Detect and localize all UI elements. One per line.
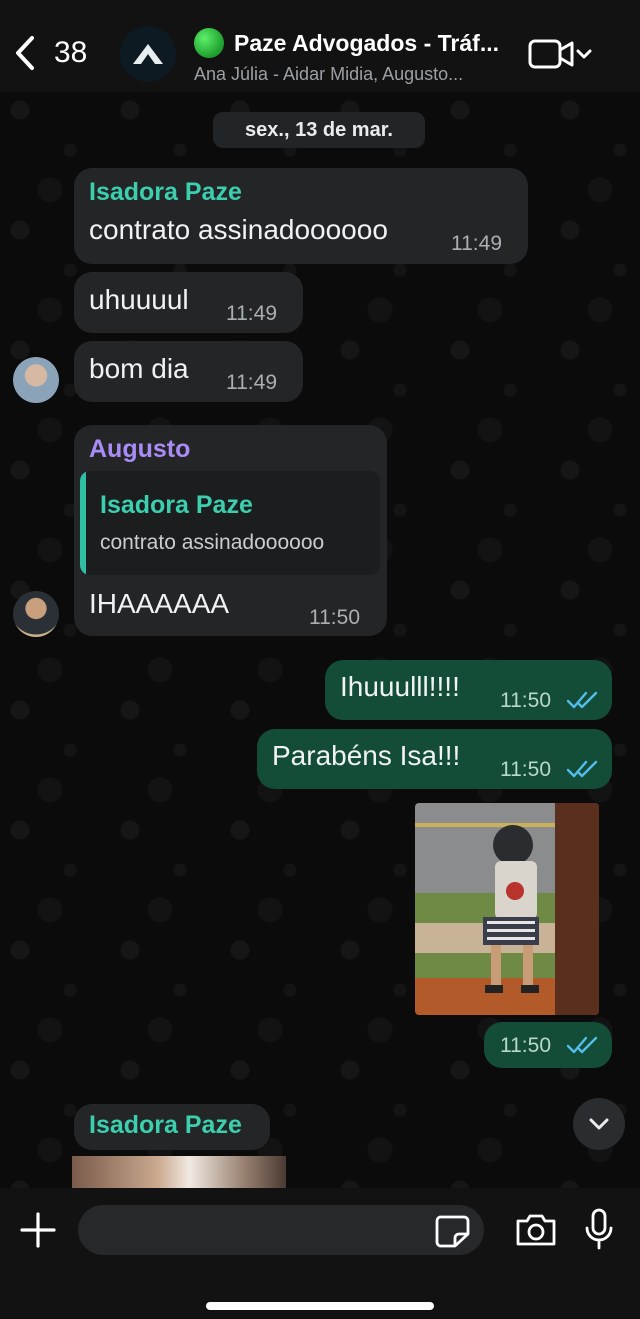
- message-text: Parabéns Isa!!!: [272, 740, 461, 771]
- green-circle-emoji: [194, 28, 224, 58]
- message-text: bom dia: [89, 353, 189, 384]
- sender-name[interactable]: Augusto: [89, 435, 190, 464]
- sender-name[interactable]: Isadora Paze: [89, 1111, 242, 1140]
- scroll-to-bottom-button[interactable]: [573, 1098, 625, 1150]
- message-time: 11:49: [226, 371, 277, 394]
- group-members: Ana Júlia - Aidar Midia, Augusto...: [194, 64, 464, 84]
- message-time: 11:49: [451, 232, 502, 255]
- sticker-icon[interactable]: [434, 1214, 470, 1248]
- group-avatar[interactable]: [120, 26, 176, 82]
- message-text: Ihuuulll!!!!: [340, 671, 460, 702]
- message-time: 11:50: [309, 606, 360, 629]
- chevron-down-icon: [576, 49, 592, 59]
- message-text: contrato assinadoooooo: [89, 214, 388, 245]
- message-text: IHAAAAAA: [89, 588, 230, 619]
- message-time: 11:50: [500, 689, 551, 712]
- plus-icon[interactable]: [18, 1210, 58, 1250]
- back-chevron-icon: [16, 36, 34, 70]
- image-message[interactable]: [72, 1156, 286, 1188]
- message-time: 11:50: [500, 1034, 551, 1057]
- unread-count: 38: [54, 36, 88, 69]
- quote-accent-bar: [80, 471, 86, 575]
- avatar[interactable]: [13, 357, 59, 403]
- home-indicator: [206, 1302, 434, 1310]
- chevron-down-icon: [589, 1118, 609, 1130]
- quoted-message[interactable]: Isadora Paze contrato assinadoooooo: [80, 471, 380, 575]
- double-check-icon: [566, 1036, 598, 1054]
- avatar[interactable]: [13, 591, 59, 637]
- date-separator: sex., 13 de mar.: [213, 112, 425, 148]
- message-text: uhuuuul: [89, 284, 189, 315]
- message-time: 11:49: [226, 302, 277, 325]
- video-call-icon: [528, 39, 592, 69]
- image-message[interactable]: [415, 803, 599, 1015]
- back-button[interactable]: 38: [10, 30, 100, 76]
- microphone-icon[interactable]: [584, 1207, 614, 1251]
- message-time: 11:50: [500, 758, 551, 781]
- quoted-sender: Isadora Paze: [100, 491, 253, 519]
- camera-icon[interactable]: [514, 1211, 558, 1249]
- double-check-icon: [566, 691, 598, 709]
- group-logo-icon: [133, 44, 163, 64]
- sender-name[interactable]: Isadora Paze: [89, 178, 242, 207]
- message-input[interactable]: [78, 1205, 484, 1255]
- quoted-text: contrato assinadoooooo: [100, 531, 325, 554]
- double-check-icon: [566, 760, 598, 778]
- group-info[interactable]: Paze Advogados - Tráf... Ana Júlia - Aid…: [194, 28, 514, 85]
- group-title: Paze Advogados - Tráf...: [234, 29, 499, 56]
- video-call-button[interactable]: [528, 36, 598, 72]
